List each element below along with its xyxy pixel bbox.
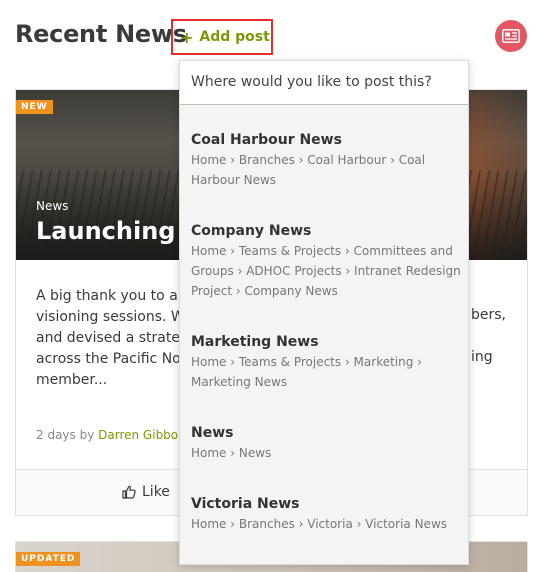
dropdown-item-path: Home › Branches › Victoria › Victoria Ne… — [191, 517, 448, 531]
thumbs-up-icon — [122, 485, 136, 499]
card-meta: 2 days by Darren Gibbons — [36, 428, 192, 442]
dropdown-item-name: News — [191, 425, 234, 441]
like-button[interactable]: Like — [122, 484, 170, 500]
like-label: Like — [142, 484, 170, 500]
plus-icon: + — [180, 27, 194, 47]
dropdown-item-name: Victoria News — [191, 496, 300, 512]
dropdown-item-coal-harbour-news[interactable]: Coal Harbour News Home › Branches › Coal… — [191, 132, 461, 190]
card-category[interactable]: News — [36, 199, 68, 213]
page-title: Recent News — [15, 20, 187, 48]
excerpt-fragment: bers, — [471, 307, 506, 323]
dropdown-item-victoria-news[interactable]: Victoria News Home › Branches › Victoria… — [191, 496, 461, 534]
dropdown-item-path: Home › Teams & Projects › Marketing › Ma… — [191, 355, 422, 389]
newspaper-icon[interactable] — [495, 20, 527, 52]
new-badge: NEW — [16, 100, 53, 114]
author-link[interactable]: Darren Gibbons — [98, 428, 192, 442]
dropdown-item-path: Home › News — [191, 446, 272, 460]
dropdown-item-path: Home › Branches › Coal Harbour › Coal Ha… — [191, 153, 426, 187]
excerpt-fragment: ing — [471, 349, 493, 365]
add-post-label: Add post — [199, 29, 270, 45]
dropdown-item-name: Coal Harbour News — [191, 132, 342, 148]
dropdown-item-path: Home › Teams & Projects › Committees and… — [191, 244, 461, 298]
dropdown-header: Where would you like to post this? — [180, 61, 468, 105]
updated-badge: UPDATED — [16, 552, 81, 566]
post-location-dropdown: Where would you like to post this? Coal … — [179, 60, 469, 565]
dropdown-item-name: Company News — [191, 223, 312, 239]
meta-prefix: 2 days by — [36, 428, 95, 442]
dropdown-item-company-news[interactable]: Company News Home › Teams & Projects › C… — [191, 223, 461, 301]
dropdown-item-news[interactable]: News Home › News — [191, 425, 461, 463]
dropdown-item-name: Marketing News — [191, 334, 319, 350]
add-post-button[interactable]: + Add post — [171, 19, 273, 55]
dropdown-item-marketing-news[interactable]: Marketing News Home › Teams & Projects ›… — [191, 334, 461, 392]
